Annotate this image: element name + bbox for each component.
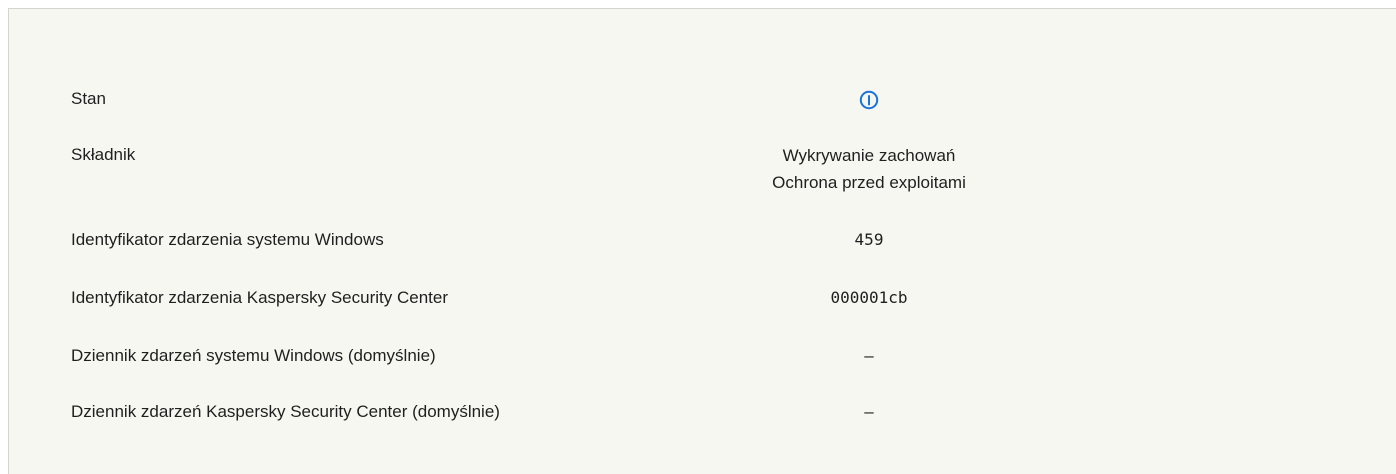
component-value-2: Ochrona przed exploitami [772, 173, 966, 192]
ksc-event-id-label: Identyfikator zdarzenia Kaspersky Securi… [71, 288, 449, 307]
component-label: Składnik [71, 145, 136, 164]
ksc-event-id-value: 000001cb [830, 288, 908, 307]
windows-event-id-label: Identyfikator zdarzenia systemu Windows [71, 230, 384, 249]
windows-event-log-label: Dziennik zdarzeń systemu Windows (domyśl… [71, 346, 436, 365]
event-details-panel: Stan Składnik Wykrywanie zachowań Ochron… [8, 8, 1396, 474]
windows-event-log-value: – [864, 346, 874, 365]
ksc-event-log-value: – [864, 402, 874, 421]
component-value-1: Wykrywanie zachowań [782, 146, 956, 165]
info-icon [859, 90, 879, 109]
status-value [649, 88, 1089, 110]
status-label: Stan [71, 89, 106, 108]
windows-event-id-value: 459 [854, 230, 884, 249]
ksc-event-log-label: Dziennik zdarzeń Kaspersky Security Cent… [71, 402, 500, 421]
